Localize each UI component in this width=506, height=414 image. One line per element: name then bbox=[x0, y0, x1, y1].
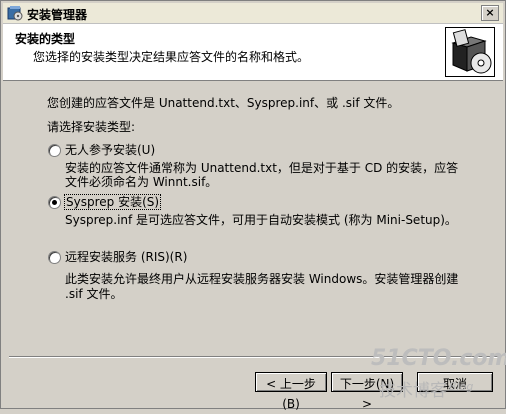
option-ris-label[interactable]: 远程安装服务 (RIS)(R) bbox=[65, 248, 187, 265]
watermark: 51CTO.com 技术博客 Blog bbox=[371, 346, 506, 406]
window-title: 安装管理器 bbox=[27, 8, 88, 22]
back-button[interactable]: < 上一步(B) bbox=[255, 372, 327, 411]
option-sysprep-label[interactable]: Sysprep 安装(S) bbox=[63, 194, 162, 210]
watermark-text: 技术博客 bbox=[379, 381, 447, 401]
prompt-text: 请选择安装类型: bbox=[47, 120, 136, 134]
title-bar: 安装管理器 × bbox=[3, 3, 503, 24]
app-icon bbox=[7, 6, 23, 21]
header-title: 安装的类型 bbox=[15, 32, 76, 46]
setup-manager-window: 安装管理器 × 安装的类型 您选择的安装类型决定结果应答文件的名称和格式。 您创… bbox=[0, 0, 506, 411]
watermark-blog: Blog bbox=[449, 380, 474, 393]
close-button[interactable]: × bbox=[481, 5, 499, 21]
option-ris-desc-2: .sif 文件。 bbox=[65, 287, 123, 301]
wizard-header: 安装的类型 您选择的安装类型决定结果应答文件的名称和格式。 bbox=[3, 24, 503, 81]
option-unattended-desc-2: 文件必须命名为 Winnt.sif。 bbox=[65, 175, 218, 189]
radio-ris[interactable] bbox=[48, 251, 61, 264]
radio-unattended[interactable] bbox=[48, 144, 61, 157]
option-unattended-label[interactable]: 无人参予安装(U) bbox=[65, 141, 155, 158]
radio-sysprep[interactable] bbox=[48, 196, 61, 209]
option-sysprep-desc-1: Sysprep.inf 是可选应答文件，可用于自动安装模式 (称为 Mini-S… bbox=[65, 213, 457, 227]
setup-box-icon bbox=[445, 27, 495, 77]
info-text: 您创建的应答文件是 Unattend.txt、Sysprep.inf、或 .si… bbox=[47, 96, 400, 110]
option-ris-desc-1: 此类安装允许最终用户从远程安装服务器安装 Windows。安装管理器创建 bbox=[65, 272, 459, 286]
option-sysprep-label-wrap[interactable]: Sysprep 安装(S) bbox=[63, 193, 162, 210]
header-subtitle: 您选择的安装类型决定结果应答文件的名称和格式。 bbox=[33, 50, 310, 64]
watermark-site: 51CTO.com bbox=[371, 346, 506, 371]
